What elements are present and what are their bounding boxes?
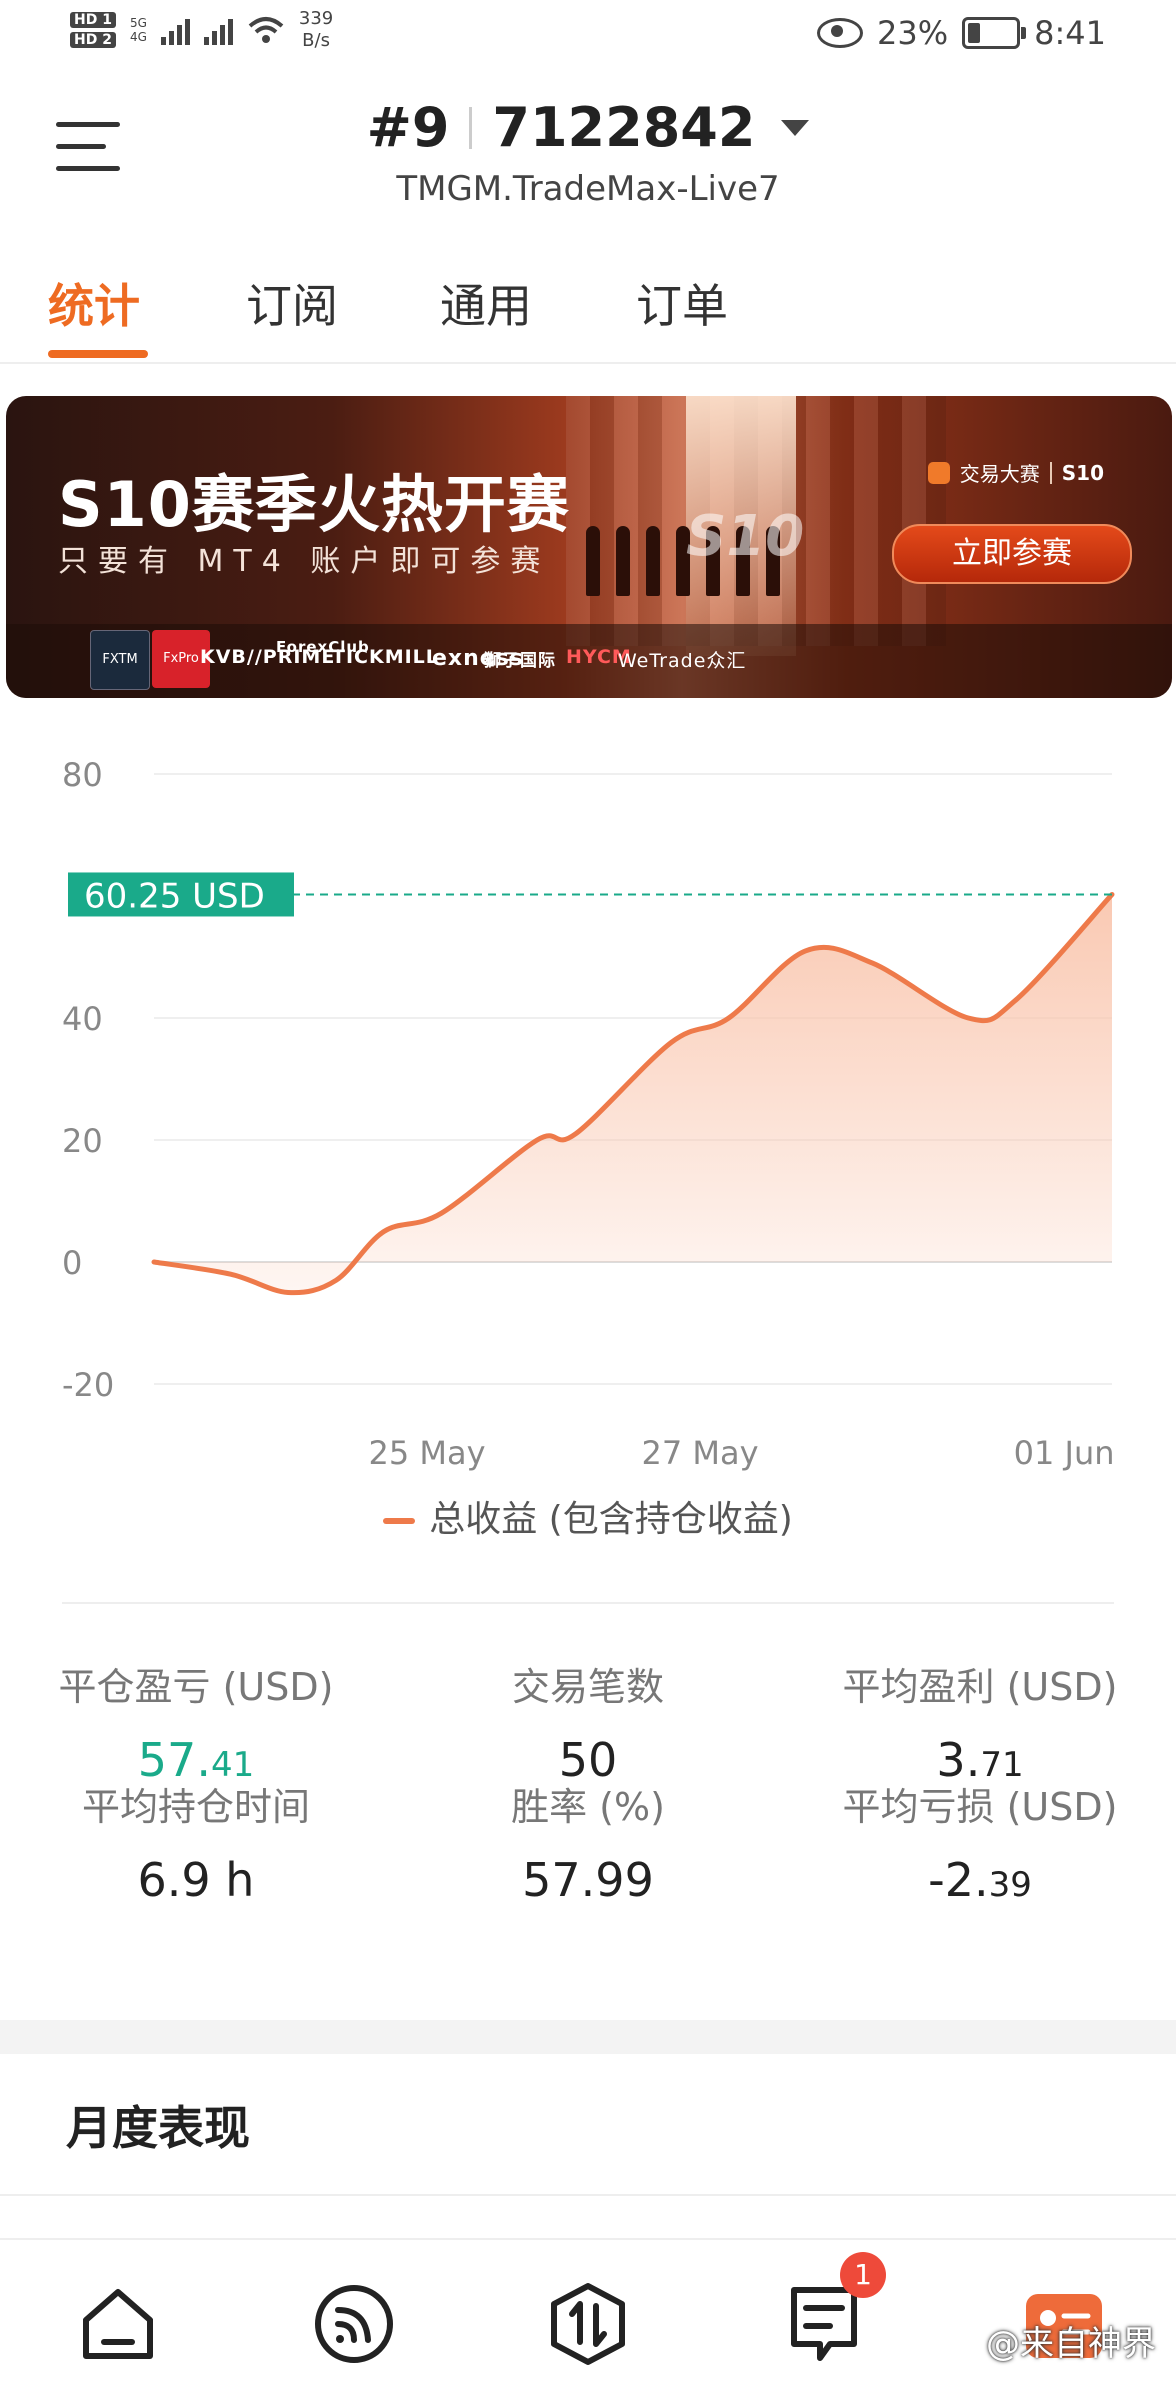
wifi-icon xyxy=(248,17,284,43)
account-selector: #9 7122842 TMGM.TradeMax-Live7 xyxy=(0,96,1176,209)
nav-orders[interactable]: 1 xyxy=(780,2252,886,2368)
stat-value-main: 6.9 h xyxy=(137,1853,255,1907)
status-left: HD 1 HD 2 5G 4G 339 B/s xyxy=(70,8,333,52)
stat-item: 平均盈利 (USD) 3.71 xyxy=(784,1656,1176,1787)
banner-badge-right: S10 xyxy=(1061,460,1104,485)
section-gap xyxy=(0,2020,1176,2054)
stat-item: 交易笔数 50 xyxy=(392,1656,784,1787)
sponsor-fxtm: FXTM xyxy=(90,630,150,690)
section-divider xyxy=(62,1602,1114,1604)
tab-bar: 统计 订阅 通用 订单 xyxy=(0,258,1176,364)
orders-badge: 1 xyxy=(840,2252,886,2298)
stats-grid: 平仓盈亏 (USD) 57.41 交易笔数 50 平均盈利 (USD) 3.71 平均持仓时… xyxy=(0,1626,1176,2006)
home-icon xyxy=(83,2289,153,2359)
eye-comfort-icon xyxy=(817,18,864,48)
net-type: 5G 4G xyxy=(130,16,147,44)
status-bar: HD 1 HD 2 5G 4G 339 B/s 23% 8:41 xyxy=(0,0,1176,76)
x-tick-label: 25 May xyxy=(369,1434,486,1472)
stat-label: 平均盈利 (USD) xyxy=(842,1665,1118,1709)
x-tick-label: 01 Jun xyxy=(1014,1434,1115,1472)
stat-value-decimal: 39 xyxy=(988,1865,1032,1905)
banner-badge: 交易大赛 S10 xyxy=(927,458,1104,487)
stat-item: 平仓盈亏 (USD) 57.41 xyxy=(0,1656,392,1787)
active-tab-indicator xyxy=(48,350,148,358)
signal2-icon xyxy=(203,15,233,45)
net-speed-unit: B/s xyxy=(302,30,330,51)
sponsor-wetrade: WeTrade众汇 xyxy=(618,650,747,672)
signal-icon xyxy=(160,15,190,45)
tab-statistics[interactable]: 统计 xyxy=(48,270,140,336)
stat-label: 平仓盈亏 (USD) xyxy=(58,1665,334,1709)
tab-general[interactable]: 通用 xyxy=(440,270,532,336)
watermark: @来自神界 xyxy=(986,2324,1156,2364)
chart-legend[interactable]: 总收益 (包含持仓收益) xyxy=(0,1490,1176,1542)
nav-home[interactable] xyxy=(74,2280,162,2368)
y-tick-label: -20 xyxy=(62,1366,114,1404)
tab-subscribe[interactable]: 订阅 xyxy=(246,270,338,336)
nav-signals[interactable] xyxy=(310,2280,398,2368)
y-tick-label: 0 xyxy=(62,1244,82,1282)
stat-label: 交易笔数 xyxy=(511,1665,664,1709)
equity-chart[interactable]: 80 40 20 0 -20 25 May 27 May 01 Jun 60.25 USD xyxy=(0,734,1176,1564)
sponsor-strip: FXTM FxPro KVB//PRIME ForexClub TICKMILL… xyxy=(6,624,1172,698)
app-header: #9 7122842 TMGM.TradeMax-Live7 xyxy=(0,76,1176,226)
stat-value-main: 57.99 xyxy=(522,1853,654,1907)
account-prefix: #9 xyxy=(366,96,450,159)
y-tick-label: 80 xyxy=(62,756,103,794)
stat-value: -2.39 xyxy=(784,1853,1176,1907)
legend-label: 总收益 (包含持仓收益) xyxy=(429,1499,793,1540)
legend-swatch xyxy=(383,1518,416,1524)
stat-label: 平均持仓时间 xyxy=(81,1785,310,1829)
stat-label: 平均亏损 (USD) xyxy=(842,1785,1118,1829)
net-speed: 339 B/s xyxy=(299,8,333,52)
y-tick-label: 20 xyxy=(62,1122,103,1160)
x-tick-label: 27 May xyxy=(642,1434,759,1472)
banner-subtitle: 只要有 MT4 账户即可参赛 xyxy=(58,544,551,579)
sponsor-lion: 獅子国际 xyxy=(484,651,556,671)
tab-orders[interactable]: 订单 xyxy=(636,270,728,336)
series-area xyxy=(154,894,1112,1293)
battery-icon xyxy=(962,17,1027,49)
hd2-badge: HD 2 xyxy=(70,32,116,48)
sponsor-tickmill: TICKMILL xyxy=(332,646,439,668)
bottom-nav: 1 @来自神界 xyxy=(0,2238,1176,2402)
stat-value: 6.9 h xyxy=(0,1853,392,1907)
stat-item: 平均亏损 (USD) -2.39 xyxy=(784,1776,1176,1907)
stat-item: 平均持仓时间 6.9 h xyxy=(0,1776,392,1907)
server-name: TMGM.TradeMax-Live7 xyxy=(396,169,780,209)
monthly-title: 月度表现 xyxy=(66,2101,250,2155)
signal-feed-icon xyxy=(315,2285,393,2363)
net1-label: 5G xyxy=(129,16,147,30)
banner-badge-divider xyxy=(1049,461,1052,484)
contest-logo-icon xyxy=(927,461,950,484)
net-speed-value: 339 xyxy=(298,8,334,29)
banner-season-mark: S10 xyxy=(686,504,805,569)
account-dropdown[interactable]: #9 7122842 xyxy=(367,96,810,159)
hd-badges: HD 1 HD 2 xyxy=(70,12,116,48)
battery-percent: 23% xyxy=(877,14,949,52)
banner-badge-left: 交易大赛 xyxy=(959,462,1040,486)
banner-title: S10赛季火热开赛 xyxy=(58,468,570,541)
stat-value-main: -2. xyxy=(928,1853,989,1907)
join-contest-button[interactable]: 立即参赛 xyxy=(892,524,1132,584)
y-tick-label: 40 xyxy=(62,1000,103,1038)
account-separator xyxy=(469,106,473,149)
trade-icon xyxy=(551,2283,625,2365)
nav-trade[interactable] xyxy=(544,2280,632,2368)
clock: 8:41 xyxy=(1034,14,1106,52)
chevron-down-icon xyxy=(781,119,810,136)
stat-value: 57.99 xyxy=(392,1853,784,1907)
stat-item: 胜率 (%) 57.99 xyxy=(392,1776,784,1907)
stat-label: 胜率 (%) xyxy=(511,1785,665,1829)
current-value-label: 60.25 USD xyxy=(84,876,265,916)
status-right: 23% 8:41 xyxy=(817,14,1106,52)
account-number: 7122842 xyxy=(492,96,756,159)
net2-label: 4G xyxy=(129,30,147,44)
promo-banner[interactable]: S10赛季火热开赛 只要有 MT4 账户即可参赛 S10 交易大赛 S10 立即… xyxy=(6,396,1172,698)
monthly-performance-section[interactable]: 月度表现 xyxy=(0,2054,1176,2196)
hd1-badge: HD 1 xyxy=(70,12,116,28)
app-screen: HD 1 HD 2 5G 4G 339 B/s 23% 8:41 #9 7122… xyxy=(0,0,1176,2402)
